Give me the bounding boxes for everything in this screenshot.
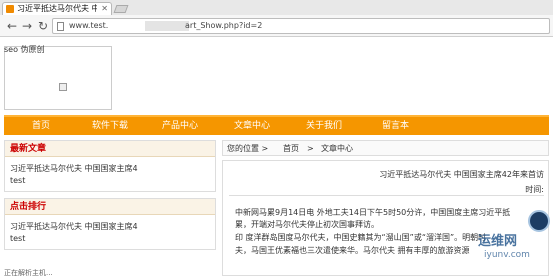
browser-toolbar: ← → ↻ www.test. art_Show.php?id=2 (0, 15, 553, 37)
browser-tab[interactable]: 习近平抵达马尔代夫 中国 ✕ (2, 2, 112, 15)
list-item[interactable]: test (5, 175, 215, 187)
logo-alt-text: seo 伪原创 (4, 45, 45, 54)
nav-item-products[interactable]: 产品中心 (162, 117, 198, 135)
broken-image-icon (59, 83, 67, 91)
favicon-icon (6, 5, 14, 13)
watermark-logo: 运维网 iyunv.com (478, 202, 553, 268)
new-tab-button[interactable] (113, 5, 129, 13)
nav-item-downloads[interactable]: 软件下载 (92, 117, 128, 135)
address-bar[interactable]: www.test. art_Show.php?id=2 (52, 18, 550, 34)
nav-item-guestbook[interactable]: 留言本 (382, 117, 409, 135)
watermark-subtext: iyunv.com (484, 250, 530, 260)
main-nav: 首页 软件下载 产品中心 文章中心 关于我们 留言本 (4, 115, 549, 135)
forward-button[interactable]: → (20, 19, 34, 33)
reload-button[interactable]: ↻ (36, 19, 50, 33)
article-time-label: 时间: (525, 185, 544, 194)
tab-close-icon[interactable]: ✕ (101, 3, 108, 15)
nav-item-articles[interactable]: 文章中心 (234, 117, 270, 135)
divider (229, 195, 544, 196)
breadcrumb-separator: > (307, 144, 314, 153)
breadcrumb: 您的位置 > 首页 > 文章中心 (222, 140, 549, 156)
breadcrumb-current[interactable]: 文章中心 (321, 141, 353, 156)
breadcrumb-home[interactable]: 首页 (283, 141, 299, 156)
list-item[interactable]: 习近平抵达马尔代夫 中国国家主席4 (5, 163, 215, 175)
watermark-text: 运维网 (478, 234, 518, 249)
tab-title: 习近平抵达马尔代夫 中国 (17, 4, 97, 13)
latest-articles-title: 最新文章 (5, 141, 215, 157)
list-item[interactable]: test (5, 233, 215, 245)
article-title: 习近平抵达马尔代夫 中国国家主席42年来首访 (379, 170, 544, 179)
nav-item-about[interactable]: 关于我们 (306, 117, 342, 135)
url-text: www.test. (69, 21, 109, 30)
logo-image[interactable] (4, 46, 112, 110)
url-text-tail: art_Show.php?id=2 (185, 21, 263, 30)
browser-tab-bar: 习近平抵达马尔代夫 中国 ✕ (0, 0, 553, 15)
sidebar: 最新文章 习近平抵达马尔代夫 中国国家主席4 test 点击排行 习近平抵达马尔… (4, 140, 216, 276)
hot-articles-box: 点击排行 习近平抵达马尔代夫 中国国家主席4 test (4, 198, 216, 250)
latest-articles-box: 最新文章 习近平抵达马尔代夫 中国国家主席4 test (4, 140, 216, 192)
status-bar-text: 正在解析主机... (4, 269, 53, 276)
list-item[interactable]: 习近平抵达马尔代夫 中国国家主席4 (5, 221, 215, 233)
breadcrumb-label: 您的位置 > (227, 144, 269, 153)
nav-item-home[interactable]: 首页 (32, 117, 50, 135)
back-button[interactable]: ← (5, 19, 19, 33)
watermark-globe-icon (528, 210, 550, 232)
url-redacted (145, 21, 189, 31)
page-icon (57, 22, 64, 31)
hot-articles-title: 点击排行 (5, 199, 215, 215)
web-page: seo 伪原创 首页 软件下载 产品中心 文章中心 关于我们 留言本 最新文章 … (0, 38, 553, 276)
